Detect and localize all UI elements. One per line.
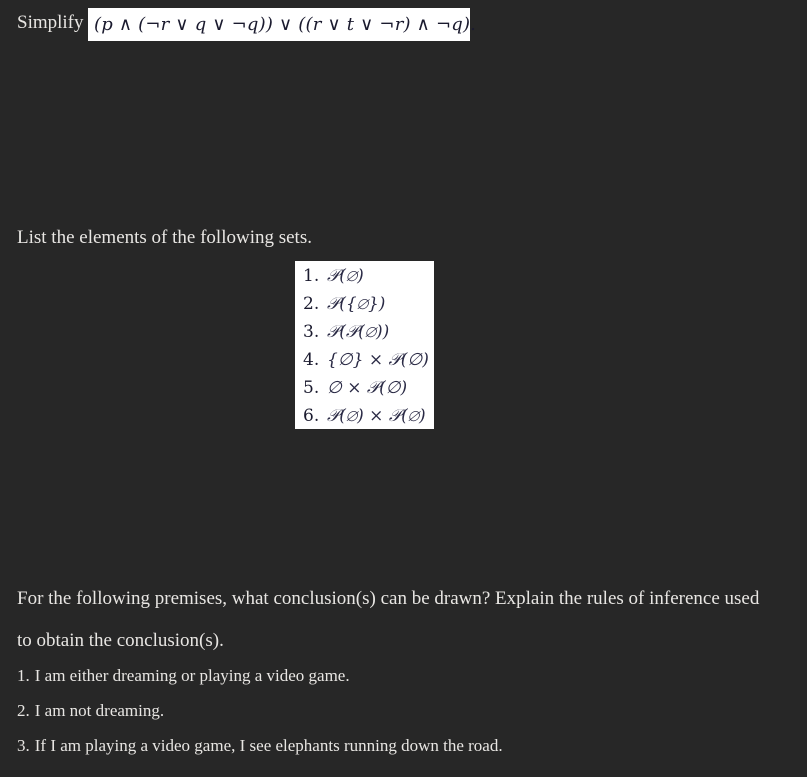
premise-text: I am either dreaming or playing a video … [34, 666, 350, 685]
set-item-number: 6. [303, 406, 320, 426]
premise-number: 1. [17, 666, 30, 685]
sets-list-box: 1. 𝒫(∅) 2. 𝒫({∅}) 3. 𝒫(𝒫(∅)) 4. {∅} × 𝒫(… [295, 261, 434, 429]
set-list-item: 4. {∅} × 𝒫(∅) [303, 350, 429, 378]
set-item-expression: 𝒫(∅) [327, 266, 364, 286]
premise-text: If I am playing a video game, I see elep… [34, 736, 503, 755]
set-item-number: 1. [303, 266, 320, 286]
set-list-item: 6. 𝒫(∅) × 𝒫(∅) [303, 406, 426, 434]
premise-list-item: 2. I am not dreaming. [17, 700, 787, 722]
simplify-exercise-section: Simplify (p ∧ (¬r ∨ q ∨ ¬q)) ∨ ((r ∨ t ∨… [0, 0, 807, 50]
simplify-label: Simplify [17, 12, 84, 33]
set-item-number: 2. [303, 294, 320, 314]
premise-list-item: 3. If I am playing a video game, I see e… [17, 735, 787, 757]
set-item-number: 4. [303, 350, 320, 370]
set-item-expression: {∅} × 𝒫(∅) [327, 350, 429, 370]
set-item-number: 3. [303, 322, 320, 342]
set-item-expression: 𝒫(𝒫(∅)) [327, 322, 390, 342]
inference-question-line-1: For the following premises, what conclus… [17, 588, 760, 609]
sets-prompt-text: List the elements of the following sets. [17, 227, 312, 248]
set-item-expression: 𝒫(∅) × 𝒫(∅) [327, 406, 426, 426]
set-list-item: 3. 𝒫(𝒫(∅)) [303, 322, 426, 350]
set-list-item: 5. ∅ × 𝒫(∅) [303, 378, 426, 406]
premise-number: 2. [17, 701, 30, 720]
set-item-expression: ∅ × 𝒫(∅) [327, 378, 408, 398]
set-item-expression: 𝒫({∅}) [327, 294, 386, 314]
set-list-item: 1. 𝒫(∅) [303, 266, 426, 294]
premise-text: I am not dreaming. [34, 701, 165, 720]
inference-question-line-2: to obtain the conclusion(s). [17, 630, 224, 651]
simplify-formula-box: (p ∧ (¬r ∨ q ∨ ¬q)) ∨ ((r ∨ t ∨ ¬r) ∧ ¬q… [88, 8, 476, 41]
set-list-item: 2. 𝒫({∅}) [303, 294, 426, 322]
premise-list: 1. I am either dreaming or playing a vid… [17, 665, 787, 770]
premise-number: 3. [17, 736, 30, 755]
simplify-formula-text: (p ∧ (¬r ∨ q ∨ ¬q)) ∨ ((r ∨ t ∨ ¬r) ∧ ¬q… [94, 14, 477, 35]
set-item-number: 5. [303, 378, 320, 398]
premise-list-item: 1. I am either dreaming or playing a vid… [17, 665, 787, 687]
